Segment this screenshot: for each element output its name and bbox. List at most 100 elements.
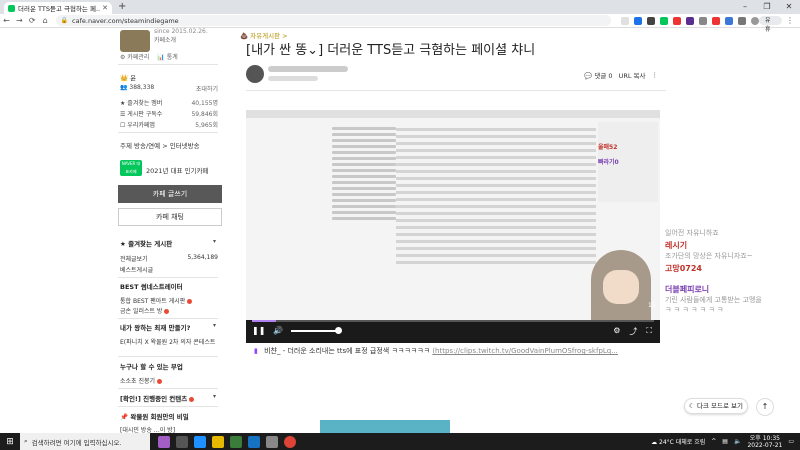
volume-slider[interactable] (291, 326, 343, 334)
board-item[interactable]: 전체글보기 5,364,189 (120, 254, 218, 263)
taskbar-search[interactable]: ⌕ 검색하려면 여기에 입력하십시오. (20, 433, 150, 450)
pause-icon[interactable]: ❚❚ (252, 326, 265, 335)
cafe-intro-link[interactable]: 카페소개 (154, 35, 176, 44)
volume-knob[interactable] (335, 326, 343, 334)
video-frame[interactable]: 울매52 빠라기0 15 (246, 110, 660, 340)
favorites-header[interactable]: ★ 즐겨찾는 게시판 (120, 238, 172, 248)
bookmark-star-icon[interactable] (634, 16, 643, 25)
board-item[interactable]: E(파니치 X 왁물원 2차 의자 콘테스트 (120, 337, 218, 346)
game-app-icon[interactable] (158, 435, 170, 448)
browser-tab[interactable]: 더러운 TTS듣고 극협하는 페... ✕ (4, 2, 112, 14)
profile-sync-button[interactable]: 유휴 (759, 16, 782, 33)
video-progress-bar[interactable] (252, 320, 654, 322)
share-icon[interactable] (621, 16, 630, 25)
reload-button[interactable]: ⟳ (26, 16, 39, 25)
divider (118, 132, 218, 133)
comment-count[interactable]: 💬 댓글 0 (584, 70, 612, 80)
share-icon[interactable]: ⤴ (629, 326, 637, 337)
extension-icon[interactable] (673, 16, 682, 25)
clip-channel[interactable]: 비챤_ (264, 347, 280, 355)
board-item[interactable]: 금손 일러스트 방 (120, 306, 218, 315)
cafe-since: since 2015.02.26. (154, 28, 208, 35)
section-header[interactable]: 누구나 할 수 있는 부업 (120, 361, 183, 371)
new-tab-button[interactable]: + (118, 1, 126, 12)
chrome-icon[interactable] (284, 435, 296, 448)
extensions-bar (621, 16, 760, 25)
taskbar-apps (158, 435, 296, 448)
board-item[interactable]: 통합 BEST 팬아트 게시판 (120, 296, 218, 305)
more-options-icon[interactable]: ⋮ (652, 71, 659, 79)
url-copy-button[interactable]: URL 복사 (619, 70, 646, 80)
windows-start-icon[interactable]: ⊞ (0, 437, 20, 447)
app-icon[interactable] (266, 435, 278, 448)
file-explorer-icon[interactable] (212, 435, 224, 448)
cafe-chat-button[interactable]: 카페 채팅 (118, 208, 222, 226)
puzzle-icon[interactable] (738, 16, 747, 25)
chevron-down-icon[interactable]: ▾ (213, 393, 216, 400)
close-window-button[interactable]: ✕ (778, 0, 800, 14)
extension-icon[interactable] (660, 16, 669, 25)
forward-button[interactable]: → (13, 16, 26, 25)
extension-icon[interactable] (725, 16, 734, 25)
invite-link[interactable]: 초대하기 (196, 84, 218, 93)
chevron-down-icon[interactable]: ▾ (213, 238, 216, 245)
stat-value: 5,965회 (195, 122, 218, 129)
weather-widget[interactable]: ☁ 24°C 대체로 흐림 (651, 437, 705, 446)
address-bar[interactable]: 🔒 cafe.naver.com/steamindiegame (55, 15, 612, 26)
minecraft-icon[interactable] (230, 435, 242, 448)
cafe-manage-link[interactable]: ⚙ 카페관리 (120, 52, 149, 61)
notification-icon[interactable]: ▭ (788, 438, 794, 445)
vscode-icon[interactable] (248, 435, 260, 448)
best-section-header[interactable]: BEST 썸네스트레이터 (120, 281, 183, 291)
extension-icon[interactable] (647, 16, 656, 25)
board-label: 통합 BEST 팬아트 게시판 (120, 296, 193, 305)
section-header[interactable]: [확인!] 진행중인 컨텐츠 (120, 393, 195, 403)
video-chat-nick: 울매52 (598, 144, 618, 151)
task-view-icon[interactable] (176, 435, 188, 448)
chat-message: 일어전 자유니하죠 (665, 229, 719, 237)
author-name[interactable] (268, 66, 348, 72)
section-header[interactable]: 내가 왕하는 최재 만들기? (120, 322, 190, 332)
profile-icon[interactable] (751, 16, 760, 25)
author-avatar[interactable] (246, 65, 264, 83)
board-label: 전체글보기 (120, 256, 148, 263)
dark-mode-label: 다크 모드로 보기 (696, 402, 743, 410)
board-item[interactable]: 소소초 진봉기 (120, 376, 218, 385)
vtuber-face (603, 270, 639, 304)
scroll-top-button[interactable]: ↑ (756, 398, 774, 416)
network-icon[interactable]: ▤ (722, 438, 728, 445)
cafe-manage-label: 카페관리 (127, 54, 150, 61)
board-item[interactable]: 베스트게시글 (120, 265, 218, 274)
video-player[interactable]: 울매52 빠라기0 15 ❚❚ 🔊 ⚙ ⤴ ⛶ (246, 110, 660, 343)
volume-icon[interactable]: 🔈 (734, 438, 741, 445)
back-button[interactable]: ← (0, 16, 13, 25)
fullscreen-icon[interactable]: ⛶ (646, 326, 652, 337)
member-count[interactable]: 👥 388,338 (120, 84, 154, 93)
extension-icon[interactable] (686, 16, 695, 25)
tray-arrow-icon[interactable]: ^ (711, 438, 716, 445)
settings-icon[interactable]: ⚙ (613, 326, 620, 337)
extension-icon[interactable] (699, 16, 708, 25)
stat-label-text: 우리카페앱 (127, 122, 155, 129)
chat-message: 조가단의 망상은 자유니자죠~ (665, 252, 753, 260)
clip-link[interactable]: (https://clips.twitch.tv/GoodVainPlumOSf… (432, 347, 618, 355)
section-header[interactable]: 📌 왁물원 회원만의 비밀 (120, 411, 189, 421)
home-button[interactable]: ⌂ (39, 16, 52, 25)
tab-close-icon[interactable]: ✕ (102, 4, 108, 12)
clock-date: 2022-07-21 (747, 441, 783, 449)
chevron-down-icon[interactable]: ▾ (213, 322, 216, 329)
clock[interactable]: 오후 10:35 2022-07-21 (747, 435, 782, 449)
extension-icon[interactable] (712, 16, 721, 25)
cafe-stats-link[interactable]: 📊 통계 (157, 52, 177, 61)
chrome-menu-icon[interactable]: ⋮ (786, 16, 794, 25)
chat-username: 더블페피로니 (665, 285, 710, 294)
volume-icon[interactable]: 🔊 (273, 326, 283, 335)
board-label: 소소초 진봉기 (120, 376, 163, 385)
cafe-logo[interactable] (120, 30, 150, 52)
edge-icon[interactable] (194, 435, 206, 448)
embedded-image-preview[interactable] (320, 420, 450, 433)
minimize-button[interactable]: – (734, 0, 756, 14)
dark-mode-button[interactable]: ☾ 다크 모드로 보기 (684, 398, 748, 414)
maximize-button[interactable]: ❐ (756, 0, 778, 14)
write-post-button[interactable]: 카페 글쓰기 (118, 185, 222, 203)
